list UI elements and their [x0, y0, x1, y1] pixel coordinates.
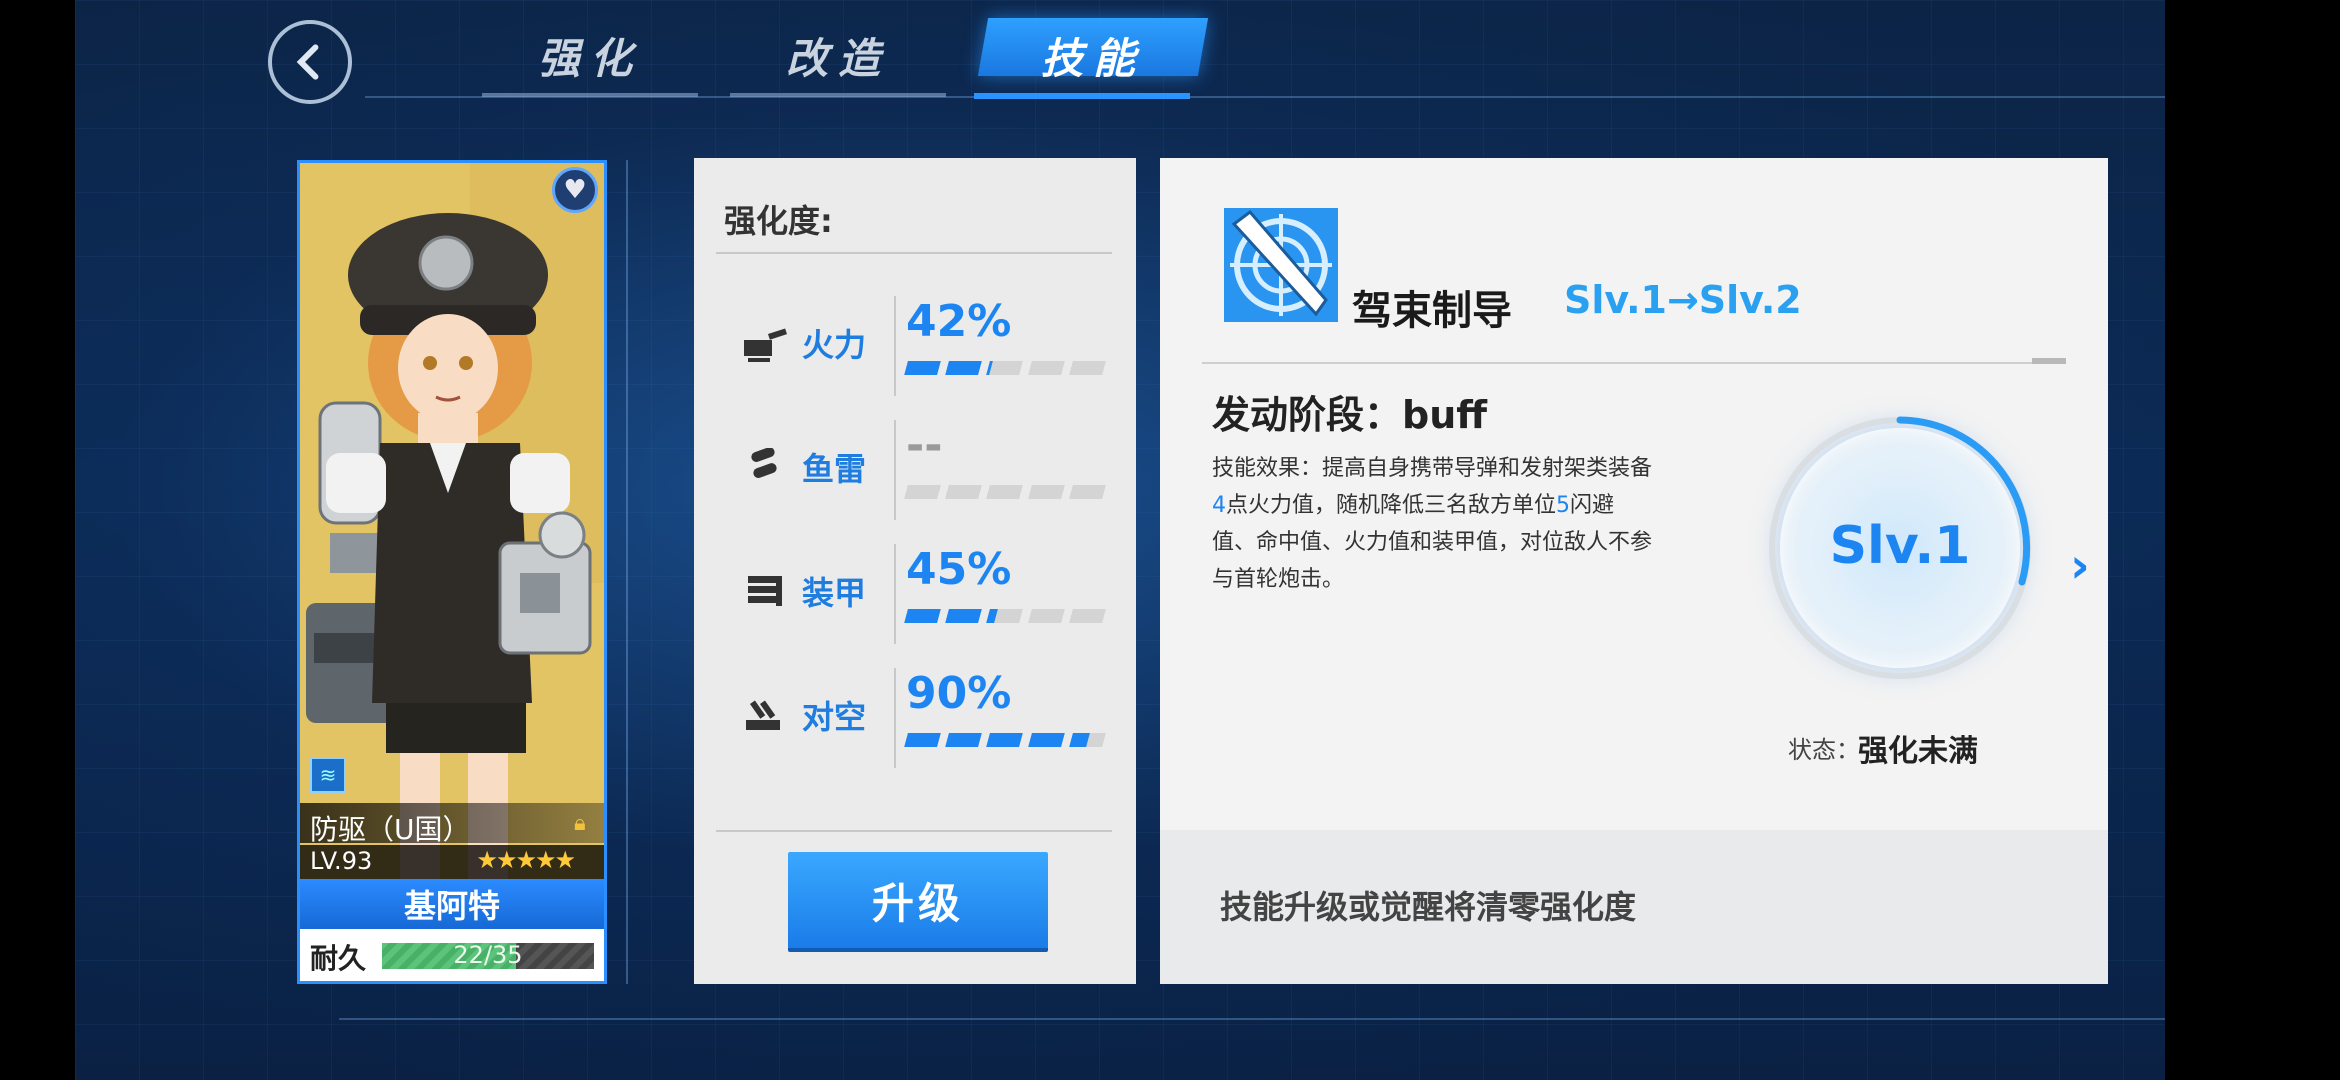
- enhancement-divider: [716, 252, 1112, 254]
- back-button[interactable]: [268, 20, 352, 104]
- progress-segment: [904, 609, 942, 623]
- stat-row-torpedo: 鱼雷 --: [694, 420, 1136, 520]
- chevron-left-icon: [296, 44, 319, 80]
- tab-underline-strengthen: [482, 93, 698, 97]
- tab-modify[interactable]: 改造: [730, 20, 946, 90]
- skill-guidance-icon: [1224, 208, 1338, 322]
- upgrade-divider: [716, 830, 1112, 832]
- chevron-right-icon[interactable]: ›: [2070, 538, 2090, 594]
- ship-name: 基阿特: [300, 879, 604, 929]
- footer-divider: [339, 1018, 2165, 1020]
- skill-desc-number: 4: [1212, 493, 1226, 518]
- stat-label: 装甲: [802, 574, 867, 612]
- progress-segment: [945, 733, 983, 747]
- ship-level: LV.93: [310, 847, 373, 875]
- progress-segment: [945, 609, 983, 623]
- stat-progress: [904, 361, 1106, 375]
- progress-segment: [1027, 361, 1065, 375]
- antiair-icon: [746, 700, 780, 730]
- tab-skill[interactable]: 技能: [983, 20, 1203, 90]
- progress-segment: [1068, 733, 1106, 747]
- armor-icon: [748, 576, 782, 606]
- torpedo-icon: [751, 448, 777, 478]
- skill-divider-accent: [2032, 358, 2066, 364]
- progress-segment: [1027, 609, 1065, 623]
- ship-type-icon: ≋: [310, 757, 346, 793]
- tab-underline-skill: [974, 93, 1190, 99]
- progress-segment: [1068, 609, 1106, 623]
- stat-progress: [904, 609, 1106, 623]
- skill-level-change: Slv.1→Slv.2: [1564, 278, 1802, 322]
- stat-divider: [894, 296, 896, 396]
- stat-divider: [894, 668, 896, 768]
- skill-description: 技能效果：提高自身携带导弹和发射架类装备4点火力值，随机降低三名敌方单位5闪避值…: [1212, 450, 1652, 598]
- progress-segment: [904, 485, 942, 499]
- stat-progress: [904, 485, 1106, 499]
- progress-segment: [1027, 733, 1065, 747]
- stat-value: 42%: [906, 296, 1012, 347]
- skill-desc-part: 技能效果：提高自身携带导弹和发射架类装备: [1212, 456, 1653, 481]
- progress-segment: [904, 361, 942, 375]
- stat-divider: [894, 544, 896, 644]
- character-card[interactable]: ♥ ≋ 防驱（U国） 🔒︎ LV.93 ★★★★★ 基阿特 耐久 22/35: [297, 160, 607, 984]
- firepower-icon: [744, 328, 787, 362]
- skill-divider: [1202, 362, 2066, 364]
- progress-segment: [904, 733, 942, 747]
- progress-segment: [986, 361, 1024, 375]
- skill-status-value: 强化未满: [1858, 734, 1978, 769]
- favorite-heart-icon[interactable]: ♥: [552, 167, 598, 213]
- stat-row-antiair: 对空 90%: [694, 668, 1136, 768]
- lock-icon[interactable]: 🔒︎: [574, 811, 596, 837]
- stat-label: 鱼雷: [802, 450, 867, 488]
- skill-desc-number: 5: [1556, 493, 1571, 518]
- progress-segment: [1027, 485, 1065, 499]
- stat-label: 火力: [802, 326, 867, 364]
- skill-current-level: Slv.1: [1829, 516, 1971, 576]
- skill-panel: 驾束制导 Slv.1→Slv.2 发动阶段：buff 技能效果：提高自身携带导弹…: [1160, 158, 2108, 984]
- stat-divider: [894, 420, 896, 520]
- stat-value: 90%: [906, 668, 1012, 719]
- stat-value: 45%: [906, 544, 1012, 595]
- durability-label: 耐久: [310, 942, 367, 975]
- progress-segment: [1068, 361, 1106, 375]
- upgrade-button[interactable]: 升级: [788, 852, 1048, 948]
- card-divider: [626, 160, 628, 984]
- progress-segment: [1068, 485, 1106, 499]
- skill-desc-part: 点火力值，随机降低三名敌方单位: [1226, 493, 1557, 518]
- progress-segment: [945, 361, 983, 375]
- progress-segment: [986, 609, 1024, 623]
- skill-phase: 发动阶段：buff: [1212, 393, 1488, 437]
- progress-segment: [986, 733, 1024, 747]
- skill-name: 驾束制导: [1352, 288, 1512, 334]
- rarity-stars: ★★★★★: [476, 846, 576, 874]
- progress-segment: [986, 485, 1024, 499]
- skill-notice: 技能升级或觉醒将清零强化度: [1220, 888, 1637, 926]
- ship-class: 防驱（U国）: [310, 813, 471, 846]
- enhancement-title: 强化度:: [724, 202, 833, 240]
- durability-value: 22/35: [453, 941, 523, 969]
- tab-underline-modify: [730, 93, 946, 97]
- stat-progress: [904, 733, 1106, 747]
- progress-segment: [945, 485, 983, 499]
- stat-value: --: [906, 420, 943, 471]
- stat-label: 对空: [802, 698, 867, 736]
- stat-row-armor: 装甲 45%: [694, 544, 1136, 644]
- enhancement-panel: 强化度: 火力 42% 鱼雷 -- 装甲 45% 对空 90% 升级: [694, 158, 1136, 984]
- stat-row-firepower: 火力 42%: [694, 296, 1136, 396]
- tab-strengthen[interactable]: 强化: [482, 20, 698, 90]
- skill-status-label: 状态：: [1788, 736, 1860, 764]
